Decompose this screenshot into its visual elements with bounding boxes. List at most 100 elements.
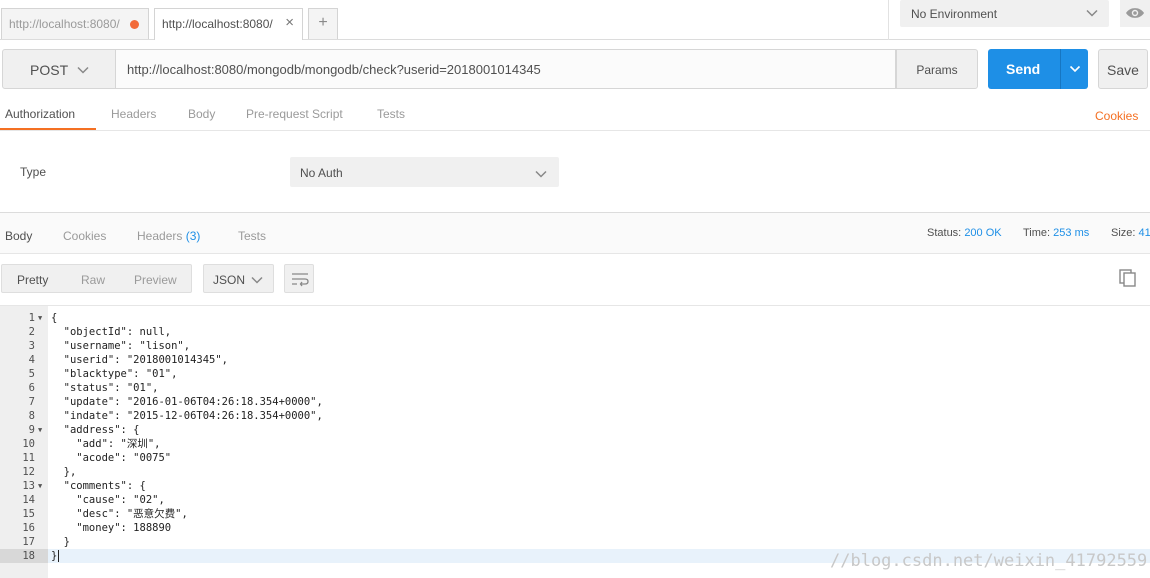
code-line: 14 "cause": "02", — [0, 493, 1150, 507]
request-tab-label: http://localhost:8080/ — [162, 17, 273, 31]
code-line: 10 "add": "深圳", — [0, 437, 1150, 451]
request-tab-label: http://localhost:8080/ — [9, 17, 120, 31]
tab-bar: http://localhost:8080/ http://localhost:… — [0, 0, 1150, 40]
send-options-button[interactable] — [1060, 49, 1088, 89]
tab-body[interactable]: Body — [188, 107, 215, 121]
line-number: 8 — [28, 410, 35, 422]
code-line: 17 } — [0, 535, 1150, 549]
response-tab-tests[interactable]: Tests — [238, 229, 266, 243]
code-line: 5 "blacktype": "01", — [0, 367, 1150, 381]
tab-headers[interactable]: Headers — [111, 107, 156, 121]
add-tab-button[interactable]: + — [308, 8, 338, 39]
request-tab-2[interactable]: http://localhost:8080/ × — [154, 8, 303, 40]
cookies-link[interactable]: Cookies — [1095, 109, 1138, 123]
line-number: 2 — [28, 326, 35, 338]
code-line: 16 "money": 188890 — [0, 521, 1150, 535]
code-text: "blacktype": "01", — [51, 368, 178, 380]
code-text: } — [51, 550, 58, 562]
view-mode-group: Pretty Raw Preview — [1, 264, 192, 293]
method-select[interactable]: POST — [2, 49, 116, 89]
active-tab-indicator — [0, 128, 96, 130]
code-text: "cause": "02", — [51, 494, 165, 506]
chevron-down-icon — [251, 276, 263, 284]
line-number: 4 — [28, 354, 35, 366]
code-line: 7 "update": "2016-01-06T04:26:18.354+000… — [0, 395, 1150, 409]
code-line: 15 "desc": "恶意欠费", — [0, 507, 1150, 521]
fold-arrow-icon[interactable]: ▼ — [38, 479, 48, 493]
code-line: 13 ▼ "comments": { — [0, 479, 1150, 493]
request-tab-1[interactable]: http://localhost:8080/ — [1, 8, 149, 39]
response-tab-cookies[interactable]: Cookies — [63, 229, 106, 243]
auth-type-select[interactable]: No Auth — [290, 157, 559, 187]
wrap-icon — [292, 273, 309, 287]
auth-type-label: Type — [20, 165, 47, 179]
copy-button[interactable] — [1118, 268, 1140, 290]
line-number: 18 — [0, 549, 48, 563]
unsaved-dot-icon — [130, 20, 139, 29]
fold-arrow-icon[interactable]: ▼ — [38, 311, 48, 325]
eye-icon — [1126, 8, 1144, 18]
tab-authorization[interactable]: Authorization — [5, 107, 75, 121]
response-toolbar: Pretty Raw Preview JSON — [0, 254, 1150, 305]
size-label: Size: — [1111, 227, 1136, 239]
code-text: "address": { — [51, 424, 140, 436]
headers-label: Headers — [137, 229, 183, 243]
code-line: 11 "acode": "0075" — [0, 451, 1150, 465]
method-label: POST — [30, 62, 69, 78]
environment-select[interactable]: No Environment — [900, 0, 1109, 27]
request-tabs: Authorization Headers Body Pre-request S… — [0, 98, 1150, 131]
time-meta: Time: 253 ms — [1023, 227, 1089, 239]
copy-icon — [1119, 269, 1136, 287]
tab-pre-request-script[interactable]: Pre-request Script — [246, 107, 343, 121]
code-text: "add": "深圳", — [51, 438, 161, 450]
params-button[interactable]: Params — [896, 49, 978, 89]
line-number: 7 — [28, 396, 35, 408]
code-line: 3 "username": "lison", — [0, 339, 1150, 353]
view-pretty-button[interactable]: Pretty — [17, 273, 48, 287]
size-meta: Size: 41 — [1111, 227, 1150, 239]
auth-type-value: No Auth — [300, 166, 343, 180]
code-line: 1 ▼{ — [0, 311, 1150, 325]
status-label: Status: — [927, 227, 962, 239]
code-text: "status": "01", — [51, 382, 159, 394]
send-button[interactable]: Send — [988, 49, 1060, 89]
environment-quick-look-button[interactable] — [1120, 0, 1150, 27]
tab-tests[interactable]: Tests — [377, 107, 405, 121]
close-icon[interactable]: × — [285, 14, 294, 31]
view-raw-button[interactable]: Raw — [81, 273, 105, 287]
time-label: Time: — [1023, 227, 1051, 239]
code-text: "money": 188890 — [51, 522, 172, 534]
response-tab-body[interactable]: Body — [5, 229, 32, 243]
size-value: 41 — [1138, 227, 1150, 239]
environment-label: No Environment — [911, 7, 998, 21]
divider — [888, 0, 889, 40]
line-number: 17 — [22, 536, 35, 548]
response-body-editor[interactable]: 1 ▼{2 "objectId": null, 3 "username": "lis… — [0, 305, 1150, 578]
wrap-lines-button[interactable] — [284, 264, 314, 293]
request-bar: POST http://localhost:8080/mongodb/mongo… — [0, 40, 1150, 98]
line-number: 15 — [22, 508, 35, 520]
code-text: "username": "lison", — [51, 340, 191, 352]
chevron-down-icon — [1086, 9, 1098, 17]
format-select[interactable]: JSON — [203, 264, 274, 293]
authorization-pane: Type No Auth — [0, 131, 1150, 213]
code-text: "userid": "2018001014345", — [51, 354, 229, 366]
time-value: 253 ms — [1053, 227, 1090, 239]
response-tab-headers[interactable]: Headers (3) — [137, 229, 200, 243]
code-text: "update": "2016-01-06T04:26:18.354+0000"… — [51, 396, 323, 408]
save-button[interactable]: Save — [1098, 49, 1148, 89]
view-preview-button[interactable]: Preview — [134, 273, 177, 287]
chevron-down-icon — [535, 170, 547, 178]
code-line: 8 "indate": "2015-12-06T04:26:18.354+000… — [0, 409, 1150, 423]
code-line: 12 }, — [0, 465, 1150, 479]
url-input[interactable]: http://localhost:8080/mongodb/mongodb/ch… — [116, 49, 896, 89]
line-number: 3 — [28, 340, 35, 352]
code-text: }, — [51, 466, 77, 478]
code-text: { — [51, 312, 58, 324]
code-text: "acode": "0075" — [51, 452, 172, 464]
fold-arrow-icon[interactable]: ▼ — [38, 423, 48, 437]
line-number: 11 — [22, 452, 35, 464]
code-text: "comments": { — [51, 480, 146, 492]
code-text: "indate": "2015-12-06T04:26:18.354+0000"… — [51, 410, 323, 422]
line-number: 12 — [22, 466, 35, 478]
